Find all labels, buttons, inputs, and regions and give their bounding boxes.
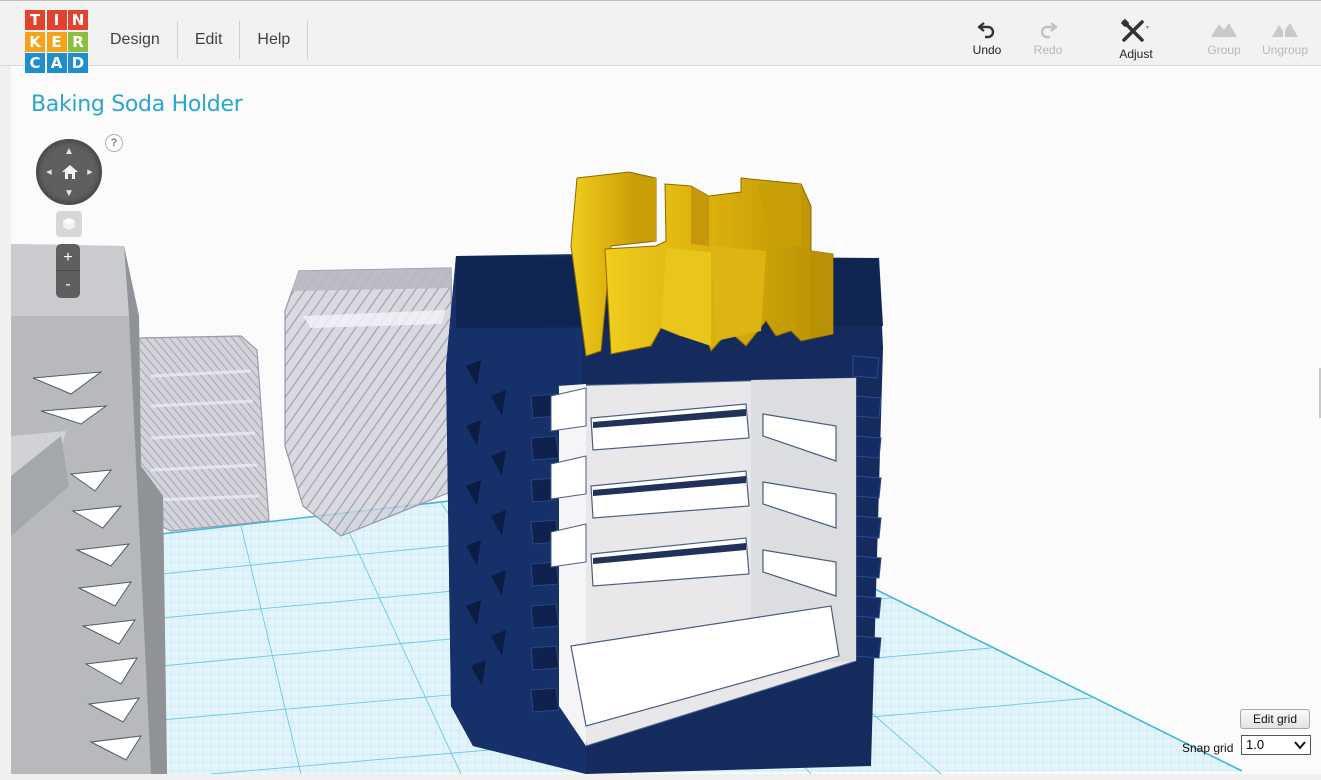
snap-grid-value: 1.0 bbox=[1246, 737, 1265, 752]
orbit-up-arrow-icon[interactable]: ▲ bbox=[63, 146, 75, 158]
undo-label: Undo bbox=[972, 43, 1002, 57]
zoom-control: + - bbox=[56, 244, 80, 298]
tinkercad-logo[interactable]: T I N K E R C A D bbox=[25, 10, 88, 73]
main-menu: Design Edit Help bbox=[95, 21, 309, 59]
design-title[interactable]: Baking Soda Holder bbox=[31, 92, 243, 117]
menu-design[interactable]: Design bbox=[95, 21, 178, 59]
ungroup-label: Ungroup bbox=[1261, 43, 1309, 57]
orbit-control[interactable]: ▲ ▼ ◀ ▶ bbox=[36, 139, 102, 205]
edit-grid-button[interactable]: Edit grid bbox=[1240, 709, 1310, 729]
undo-button[interactable]: Undo bbox=[959, 19, 1015, 57]
adjust-button[interactable]: Adjust bbox=[1108, 19, 1164, 61]
3d-scene[interactable] bbox=[11, 66, 1321, 774]
orbit-right-arrow-icon[interactable]: ▶ bbox=[84, 167, 96, 179]
cube-icon bbox=[63, 218, 75, 230]
undo-icon bbox=[977, 22, 995, 39]
workplane-viewport[interactable]: Baking Soda Holder ▲ ▼ ◀ ▶ ? + - Edit gr… bbox=[11, 66, 1321, 774]
menu-edit[interactable]: Edit bbox=[178, 21, 241, 59]
ungroup-icon bbox=[1272, 23, 1298, 37]
redo-icon bbox=[1040, 22, 1058, 39]
redo-label: Redo bbox=[1033, 43, 1063, 57]
snap-grid-select[interactable]: 1.0 bbox=[1241, 735, 1311, 755]
view-cube-button[interactable] bbox=[56, 211, 82, 237]
orbit-left-arrow-icon[interactable]: ◀ bbox=[43, 167, 55, 179]
tinkercad-app: Design Edit Help Undo Redo Adjust Group … bbox=[0, 0, 1321, 780]
group-icon bbox=[1211, 23, 1237, 37]
zoom-in-button[interactable]: + bbox=[56, 244, 80, 271]
redo-button[interactable]: Redo bbox=[1020, 19, 1076, 57]
adjust-label: Adjust bbox=[1119, 47, 1153, 61]
ungroup-button[interactable]: Ungroup bbox=[1257, 19, 1313, 57]
help-icon[interactable]: ? bbox=[105, 134, 123, 152]
gray-lattice-shape[interactable] bbox=[11, 244, 167, 774]
chevron-down-icon bbox=[1294, 741, 1306, 750]
orbit-down-arrow-icon[interactable]: ▼ bbox=[63, 188, 75, 200]
group-label: Group bbox=[1207, 43, 1241, 57]
adjust-icon bbox=[1120, 19, 1149, 42]
hollow-shape-back-right[interactable] bbox=[284, 267, 454, 537]
zoom-out-button[interactable]: - bbox=[56, 271, 80, 298]
yellow-top-shape[interactable] bbox=[570, 171, 834, 357]
top-toolbar: Design Edit Help Undo Redo Adjust Group … bbox=[0, 1, 1321, 66]
home-view-icon[interactable] bbox=[61, 164, 79, 180]
snap-grid-label: Snap grid bbox=[1182, 741, 1234, 755]
menu-help[interactable]: Help bbox=[240, 21, 309, 59]
group-button[interactable]: Group bbox=[1196, 19, 1252, 57]
